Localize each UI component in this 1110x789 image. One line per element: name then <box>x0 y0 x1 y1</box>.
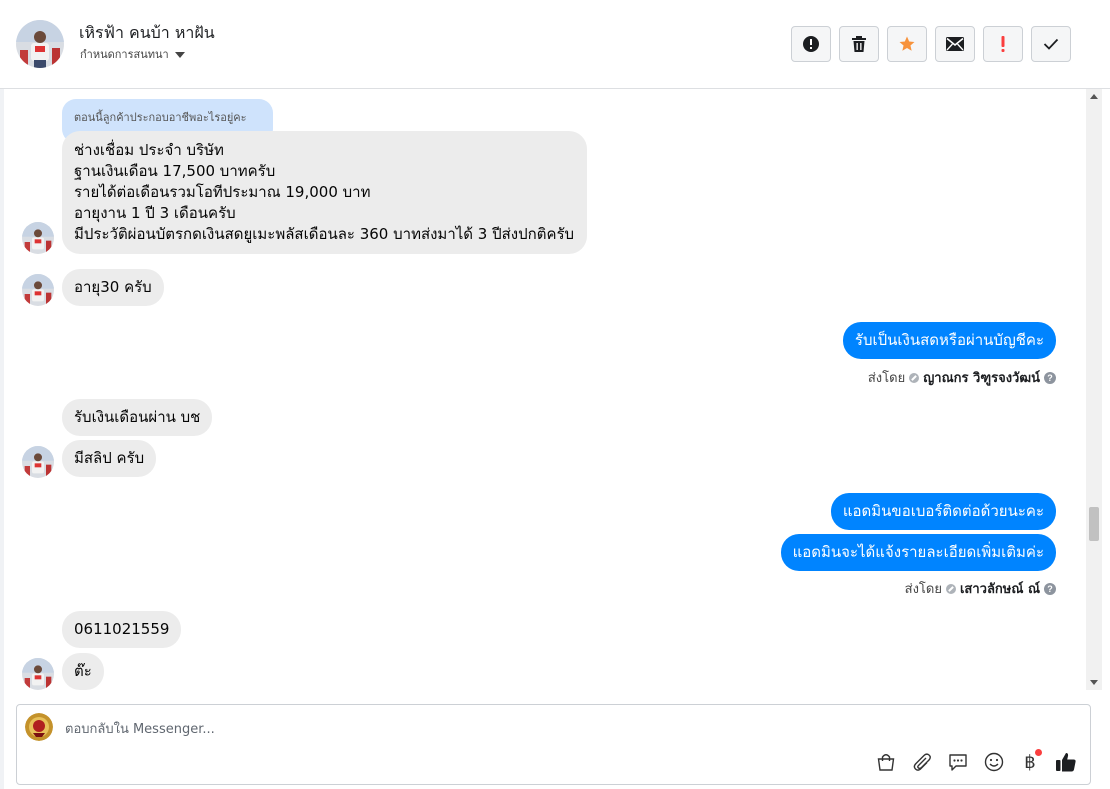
contact-avatar[interactable] <box>16 20 64 68</box>
contact-avatar[interactable] <box>22 446 54 478</box>
outgoing-message-bubble[interactable]: รับเป็นเงินสดหรือผ่านบัญชีคะ <box>842 322 1056 359</box>
trash-icon <box>852 36 866 52</box>
scroll-up-arrow-icon[interactable] <box>1090 94 1098 99</box>
mark-done-button[interactable] <box>1031 26 1071 62</box>
help-icon[interactable]: ? <box>1044 371 1056 384</box>
verified-icon <box>945 583 956 594</box>
verified-icon <box>909 372 920 383</box>
assign-label: กำหนดการสนทนา <box>80 48 169 61</box>
incoming-message-bubble[interactable]: ช่างเชื่อม ประจำ บริษัท ฐานเงินเดือน 17,… <box>62 131 587 254</box>
shopping-bag-icon <box>877 754 895 771</box>
conversation-header: เหิรฟ้า คนบ้า หาฝัน กำหนดการสนทนา <box>0 0 1110 89</box>
envelope-icon <box>946 37 964 51</box>
agent-name: ญาณกร วิฑูรจงวัฒน์ <box>923 371 1040 386</box>
message-list-scrollbar[interactable] <box>1086 89 1102 690</box>
incoming-message-bubble[interactable]: 0611021559 <box>62 611 182 648</box>
page-avatar <box>25 713 53 741</box>
baht-payment-icon: ฿ <box>1024 751 1036 773</box>
caret-down-icon <box>174 51 185 58</box>
contact-name: เหิรฟ้า คนบ้า หาฝัน <box>79 23 215 42</box>
incoming-message-bubble[interactable]: อายุ30 ครับ <box>62 269 164 306</box>
incoming-message-bubble[interactable]: ต๊ะ <box>62 653 104 690</box>
notification-dot <box>1035 749 1042 756</box>
incoming-message-bubble[interactable]: มีสลิป ครับ <box>62 440 157 477</box>
paperclip-icon <box>913 753 931 771</box>
sent-by-label: ส่งโดย เสาวลักษณ์ ณ์ ? <box>905 578 1056 599</box>
saved-reply-button[interactable] <box>946 750 970 774</box>
emoji-button[interactable] <box>982 750 1006 774</box>
star-button[interactable] <box>887 26 927 62</box>
message-line: รายได้ต่อเดือนรวมโอทีประมาณ 19,000 บาท <box>74 183 371 201</box>
message-line: ฐานเงินเดือน 17,500 บาทครับ <box>74 162 276 180</box>
sent-by-label: ส่งโดย ญาณกร วิฑูรจงวัฒน์ ? <box>868 367 1056 388</box>
incoming-message-bubble[interactable]: รับเงินเดือนผ่าน บช <box>62 399 213 436</box>
conversation-toolbar <box>791 26 1071 62</box>
composer-tools: ฿ <box>874 749 1078 774</box>
message-line: มีประวัติผ่อนบัตรกดเงินสดยูเมะพลัสเดือนล… <box>74 225 575 243</box>
star-icon <box>899 36 915 51</box>
shopping-bag-button[interactable] <box>874 750 898 774</box>
contact-avatar[interactable] <box>22 222 54 254</box>
reply-input[interactable] <box>65 719 965 739</box>
like-button[interactable] <box>1054 750 1078 774</box>
sent-by-prefix: ส่งโดย <box>904 582 942 597</box>
follow-up-button[interactable] <box>983 26 1023 62</box>
contact-avatar[interactable] <box>22 274 54 306</box>
scrollbar-thumb[interactable] <box>1089 507 1099 541</box>
attach-file-button[interactable] <box>910 750 934 774</box>
message-line: ช่างเชื่อม ประจำ บริษัท <box>74 141 224 159</box>
outgoing-message-bubble[interactable]: แอดมินขอเบอร์ติดต่อด้วยนะคะ <box>830 493 1056 530</box>
help-icon[interactable]: ? <box>1044 582 1056 595</box>
message-line: อายุงาน 1 ปี 3 เดือนครับ <box>74 204 236 222</box>
thumbs-up-icon <box>1056 753 1076 772</box>
scroll-down-arrow-icon[interactable] <box>1090 680 1098 685</box>
mark-unread-button[interactable] <box>935 26 975 62</box>
alert-circle-icon <box>803 36 819 52</box>
sent-by-prefix: ส่งโดย <box>867 371 906 386</box>
assign-conversation-dropdown[interactable]: กำหนดการสนทนา <box>80 45 185 63</box>
outgoing-message-bubble[interactable]: แอดมินจะได้แจ้งรายละเอียดเพิ่มเติมค่ะ <box>780 534 1056 571</box>
reply-composer: ฿ <box>16 704 1091 785</box>
contact-avatar[interactable] <box>22 658 54 690</box>
payment-button[interactable]: ฿ <box>1018 749 1042 774</box>
exclamation-icon <box>1001 36 1005 52</box>
agent-name: เสาวลักษณ์ ณ์ <box>959 582 1040 597</box>
checkmark-icon <box>1043 38 1059 50</box>
mark-spam-button[interactable] <box>791 26 831 62</box>
delete-button[interactable] <box>839 26 879 62</box>
saved-reply-icon <box>949 754 967 771</box>
emoji-icon <box>984 752 1004 772</box>
